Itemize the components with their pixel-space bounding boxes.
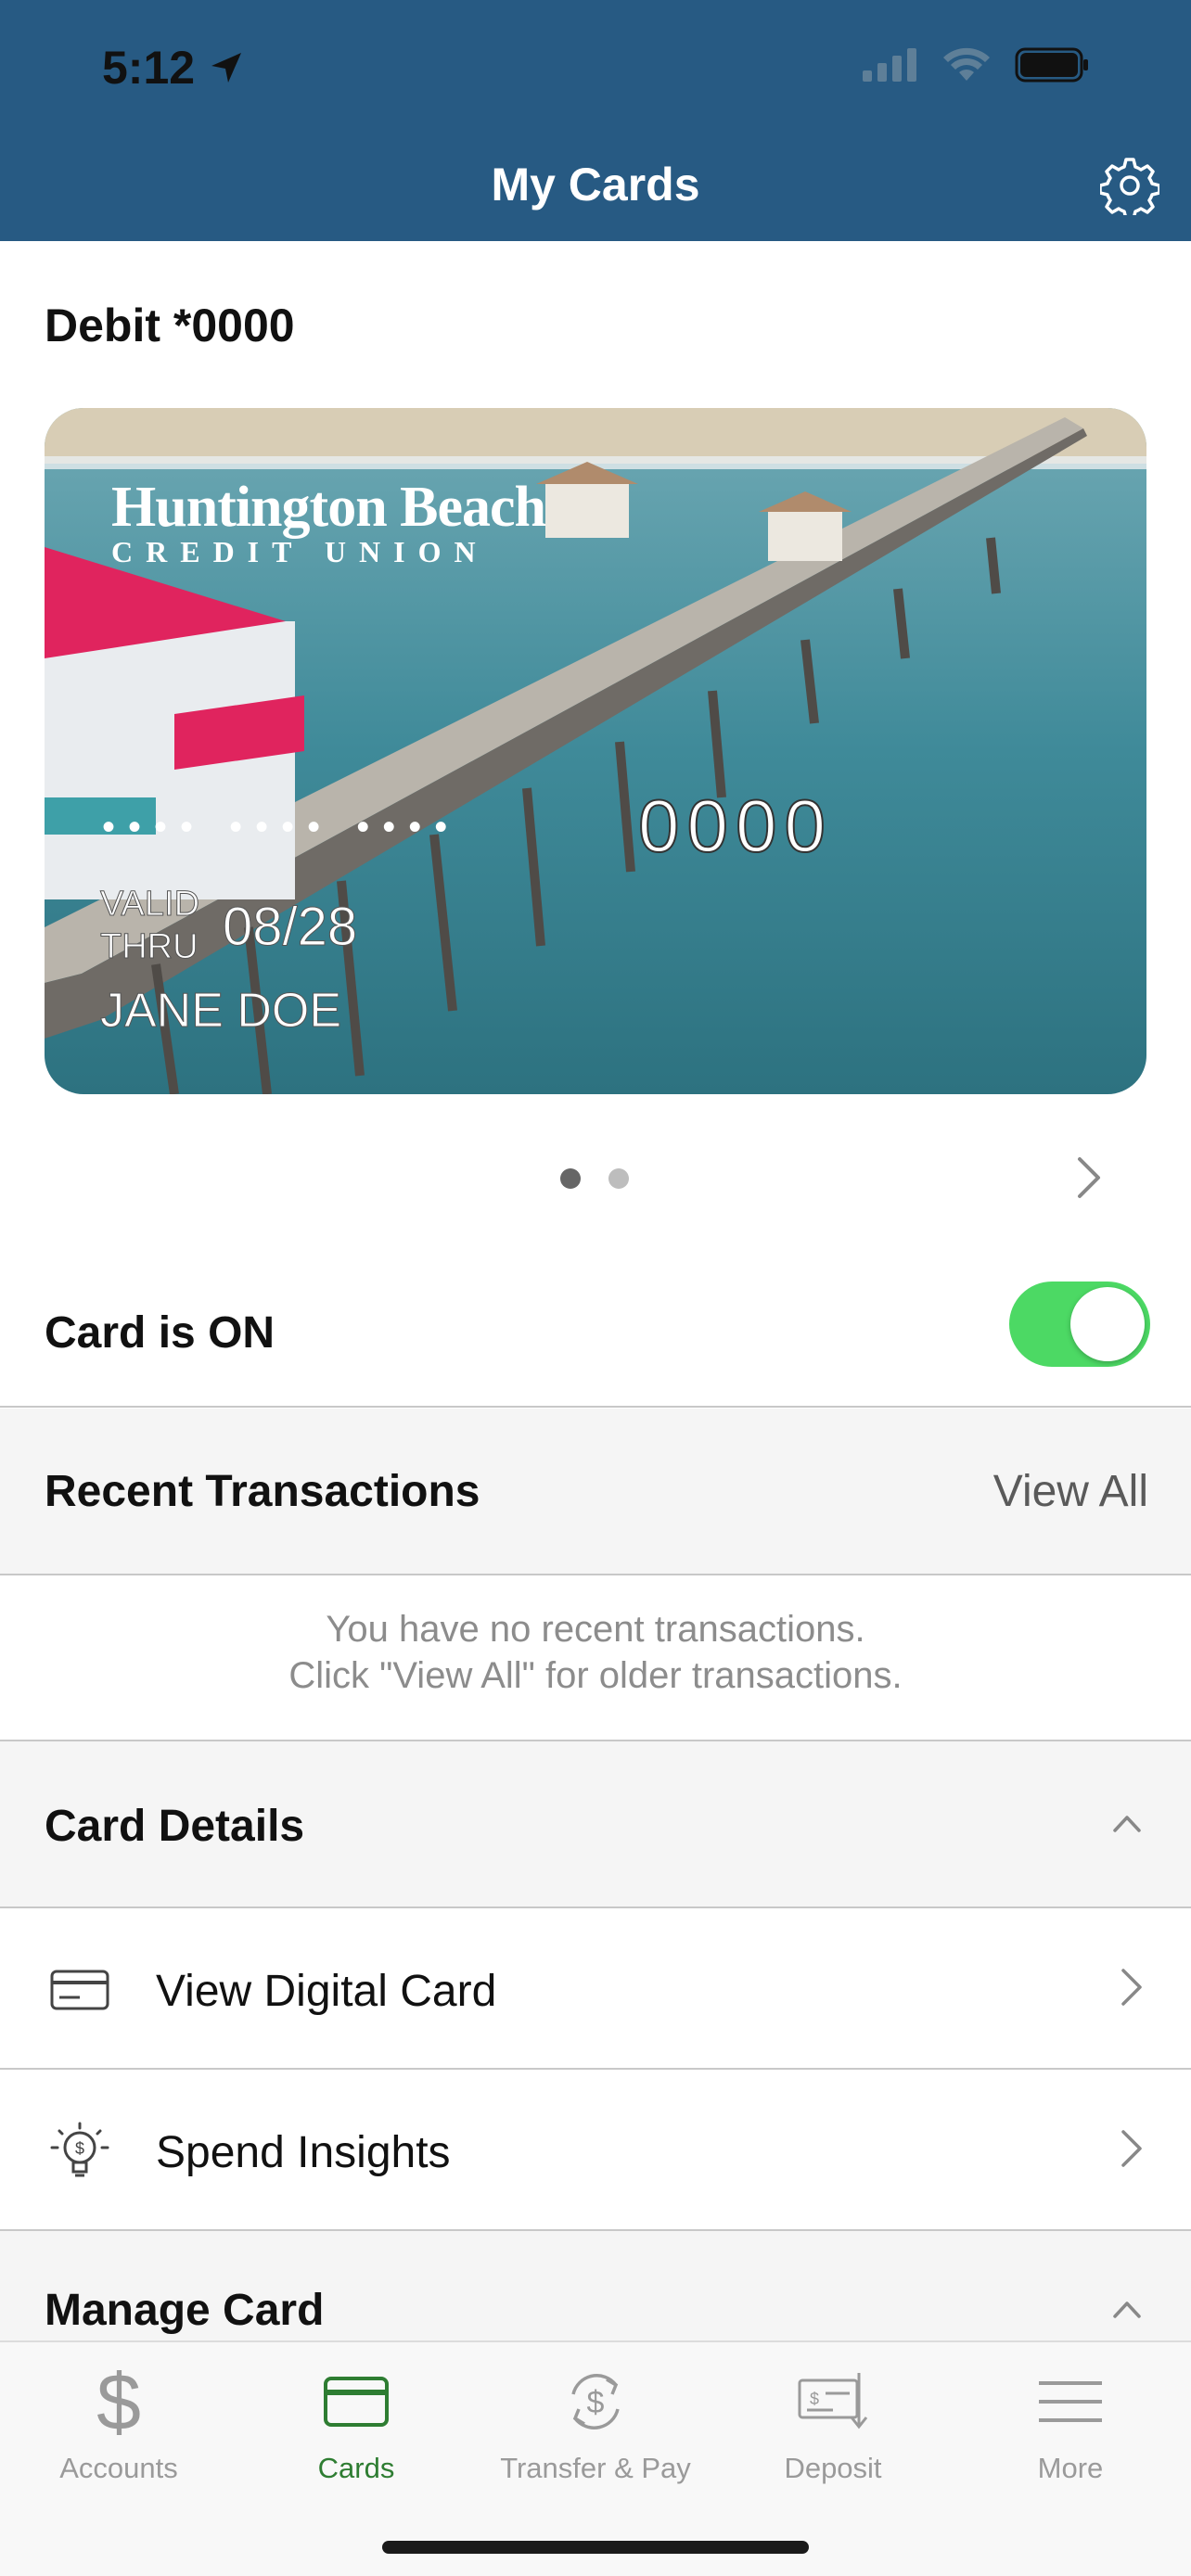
chevron-up-icon[interactable] — [1111, 2298, 1143, 2320]
bank-name-line1: Huntington Beach — [111, 476, 546, 539]
valid-thru-label: VALID THRU — [99, 883, 200, 968]
no-transactions-message: You have no recent transactions. Click "… — [0, 1606, 1191, 1699]
debit-card-image[interactable]: Huntington Beach CREDIT UNION •••• •••• … — [45, 408, 1146, 1094]
card-toggle-label: Card is ON — [45, 1308, 275, 1358]
status-time: 5:12 — [102, 41, 245, 95]
card-last-four: 0000 — [637, 784, 833, 868]
chevron-right-icon — [1121, 1969, 1142, 2006]
svg-text:$: $ — [587, 2385, 605, 2420]
tab-deposit-label: Deposit — [784, 2452, 882, 2484]
check-deposit-icon: $ — [798, 2373, 868, 2429]
page-title: My Cards — [491, 159, 700, 210]
view-digital-card-row[interactable]: View Digital Card — [0, 1908, 1191, 2068]
card-masked-number: •••• •••• •••• — [102, 807, 461, 848]
card-toggle-row: Card is ON — [0, 1259, 1191, 1408]
credit-card-icon — [50, 1970, 109, 2010]
card-icon — [324, 2377, 389, 2427]
recent-transactions-title: Recent Transactions — [45, 1467, 480, 1516]
tab-cards[interactable]: Cards — [237, 2363, 475, 2485]
cellular-signal-icon — [863, 48, 916, 82]
tab-transfer-pay[interactable]: $ Transfer & Pay — [477, 2363, 714, 2485]
card-expiry: 08/28 — [222, 897, 358, 958]
card-details-title: Card Details — [45, 1802, 305, 1851]
recent-transactions-header: Recent Transactions View All — [0, 1409, 1191, 1574]
tab-accounts[interactable]: $ Accounts — [0, 2363, 237, 2485]
bank-logo: Huntington Beach CREDIT UNION — [111, 475, 546, 569]
empty-message-line2: Click "View All" for older transactions. — [288, 1655, 903, 1696]
dollar-icon: $ — [96, 2365, 141, 2439]
tab-transfer-pay-label: Transfer & Pay — [500, 2452, 691, 2484]
settings-gear-icon[interactable] — [1100, 156, 1159, 215]
chevron-right-icon[interactable] — [1074, 1154, 1104, 1202]
manage-card-title: Manage Card — [45, 2286, 325, 2335]
view-all-link[interactable]: View All — [993, 1466, 1148, 1517]
chevron-right-icon — [1121, 2130, 1142, 2167]
status-icons — [863, 46, 1089, 83]
card-pager[interactable] — [560, 1168, 629, 1189]
status-time-text: 5:12 — [102, 42, 196, 94]
home-indicator[interactable] — [382, 2541, 809, 2554]
valid-label-line1: VALID — [99, 885, 200, 925]
app-header: 5:12 My Cards — [0, 0, 1191, 241]
divider — [0, 1574, 1191, 1575]
card-section-title: Debit *0000 — [45, 300, 295, 351]
tab-deposit[interactable]: $ Deposit — [714, 2363, 952, 2485]
pager-dot-2[interactable] — [608, 1168, 629, 1189]
chevron-up-icon[interactable] — [1111, 1812, 1143, 1834]
tab-more-label: More — [1037, 2452, 1104, 2484]
card-details-header[interactable]: Card Details — [0, 1741, 1191, 1906]
tab-accounts-label: Accounts — [59, 2452, 178, 2484]
svg-text:$: $ — [75, 2139, 84, 2158]
manage-card-header[interactable]: Manage Card — [0, 2231, 1191, 2340]
lightbulb-dollar-icon: $ — [50, 2122, 109, 2177]
switch-knob — [1070, 1287, 1145, 1361]
pager-dot-1[interactable] — [560, 1168, 581, 1189]
spend-insights-label: Spend Insights — [156, 2128, 451, 2177]
card-holder-name: JANE DOE — [99, 984, 342, 1039]
bank-name-line2: CREDIT UNION — [111, 535, 489, 568]
wifi-icon — [943, 47, 990, 81]
empty-message-line1: You have no recent transactions. — [326, 1609, 865, 1650]
location-arrow-icon — [211, 53, 242, 83]
view-digital-card-label: View Digital Card — [156, 1967, 497, 2016]
tab-cards-label: Cards — [317, 2452, 395, 2484]
svg-text:$: $ — [810, 2390, 819, 2408]
spend-insights-row[interactable]: $ Spend Insights — [0, 2070, 1191, 2229]
battery-icon — [1015, 47, 1088, 83]
menu-icon — [1039, 2381, 1102, 2422]
svg-text:$: $ — [96, 2365, 141, 2439]
card-on-off-switch[interactable] — [1009, 1282, 1150, 1367]
tab-more[interactable]: More — [952, 2363, 1189, 2485]
valid-label-line2: THRU — [99, 927, 198, 967]
transfer-dollar-icon: $ — [571, 2374, 620, 2429]
